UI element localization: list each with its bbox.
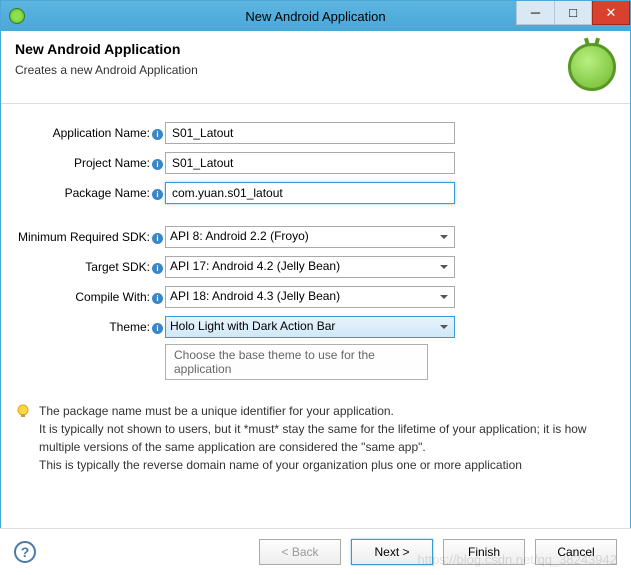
page-subtitle: Creates a new Android Application	[15, 63, 198, 77]
wizard-header: New Android Application Creates a new An…	[1, 31, 630, 104]
application-name-input[interactable]	[165, 122, 455, 144]
theme-select[interactable]: Holo Light with Dark Action Bar	[165, 316, 455, 338]
maximize-button[interactable]: □	[554, 1, 592, 25]
project-name-input[interactable]	[165, 152, 455, 174]
info-icon[interactable]: i	[152, 233, 163, 244]
form-area: Application Name:i Project Name:i Packag…	[1, 104, 630, 398]
minimize-button[interactable]: ─	[516, 1, 554, 25]
theme-label: Theme:i	[15, 320, 165, 334]
compile-with-label: Compile With:i	[15, 290, 165, 304]
info-icon[interactable]: i	[152, 293, 163, 304]
close-button[interactable]: ✕	[592, 1, 630, 25]
compile-with-select[interactable]: API 18: Android 4.3 (Jelly Bean)	[165, 286, 455, 308]
cancel-button[interactable]: Cancel	[535, 539, 617, 565]
hint-text: The package name must be a unique identi…	[39, 402, 616, 474]
back-button[interactable]: < Back	[259, 539, 341, 565]
target-sdk-label: Target SDK:i	[15, 260, 165, 274]
app-icon	[9, 8, 25, 24]
finish-button[interactable]: Finish	[443, 539, 525, 565]
info-icon[interactable]: i	[152, 263, 163, 274]
target-sdk-select[interactable]: API 17: Android 4.2 (Jelly Bean)	[165, 256, 455, 278]
lightbulb-icon	[15, 404, 31, 420]
page-title: New Android Application	[15, 41, 198, 57]
window-title: New Android Application	[245, 9, 385, 24]
theme-tooltip: Choose the base theme to use for the app…	[165, 344, 428, 380]
hint-area: The package name must be a unique identi…	[1, 398, 630, 474]
titlebar: New Android Application ─ □ ✕	[1, 1, 630, 31]
info-icon[interactable]: i	[152, 189, 163, 200]
next-button[interactable]: Next >	[351, 539, 433, 565]
wizard-footer: ? < Back Next > Finish Cancel	[0, 528, 631, 575]
app-name-label: Application Name:i	[15, 126, 165, 140]
min-sdk-label: Minimum Required SDK:i	[15, 230, 165, 244]
android-icon	[568, 43, 616, 91]
info-icon[interactable]: i	[152, 323, 163, 334]
package-name-input[interactable]	[165, 182, 455, 204]
project-name-label: Project Name:i	[15, 156, 165, 170]
info-icon[interactable]: i	[152, 159, 163, 170]
minimum-sdk-select[interactable]: API 8: Android 2.2 (Froyo)	[165, 226, 455, 248]
help-icon[interactable]: ?	[14, 541, 36, 563]
info-icon[interactable]: i	[152, 129, 163, 140]
window-controls: ─ □ ✕	[516, 1, 630, 25]
package-name-label: Package Name:i	[15, 186, 165, 200]
